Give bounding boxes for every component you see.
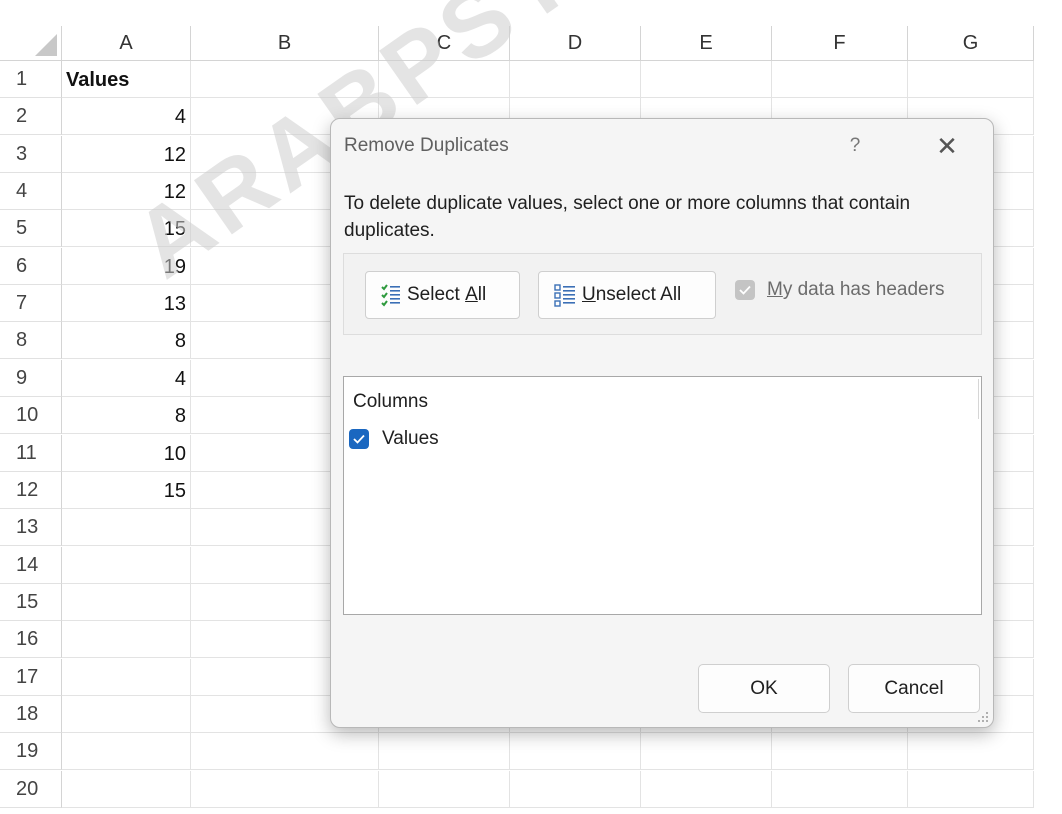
row-header[interactable]: 13 [0, 509, 62, 546]
row-header[interactable]: 2 [0, 98, 62, 135]
select-all-label-after: ll [477, 284, 487, 305]
select-all-button[interactable]: Select All [365, 271, 520, 319]
close-icon[interactable]: ✕ [927, 131, 967, 161]
columns-list-header: Columns [353, 391, 428, 412]
row-header[interactable]: 14 [0, 547, 62, 584]
row-header[interactable]: 3 [0, 136, 62, 173]
unselect-all-mnemonic: U [582, 284, 596, 305]
value-cell[interactable]: 4 [62, 98, 191, 135]
row-header[interactable]: 8 [0, 322, 62, 359]
row-header[interactable]: 15 [0, 584, 62, 621]
empty-cell[interactable] [62, 547, 191, 584]
select-all-icon [381, 284, 400, 307]
columns-list[interactable]: Columns Values [343, 376, 982, 615]
empty-cell[interactable] [379, 771, 510, 808]
value-cell[interactable]: 12 [62, 173, 191, 210]
empty-cell[interactable] [62, 733, 191, 770]
headers-mnemonic: M [767, 279, 783, 300]
resize-grip-icon[interactable] [977, 711, 989, 723]
empty-cell[interactable] [62, 771, 191, 808]
value-cell[interactable]: 8 [62, 322, 191, 359]
value-cell[interactable]: 19 [62, 248, 191, 285]
value-cell[interactable]: 4 [62, 360, 191, 397]
value-cell[interactable]: 12 [62, 136, 191, 173]
ok-button[interactable]: OK [698, 664, 830, 713]
empty-cell[interactable] [772, 771, 908, 808]
column-header-a[interactable]: A [62, 26, 191, 61]
empty-cell[interactable] [772, 61, 908, 98]
column-checkbox-values[interactable]: Values [349, 428, 439, 450]
row-header[interactable]: 6 [0, 248, 62, 285]
empty-cell[interactable] [510, 733, 641, 770]
empty-cell[interactable] [62, 659, 191, 696]
column-header-e[interactable]: E [641, 26, 772, 61]
row-header[interactable]: 16 [0, 621, 62, 658]
check-icon [349, 429, 369, 449]
empty-cell[interactable] [62, 509, 191, 546]
dialog-title: Remove Duplicates [344, 135, 509, 156]
empty-cell[interactable] [510, 771, 641, 808]
empty-cell[interactable] [772, 733, 908, 770]
empty-cell[interactable] [641, 771, 772, 808]
empty-cell[interactable] [379, 61, 510, 98]
empty-cell[interactable] [191, 61, 379, 98]
row-header[interactable]: 19 [0, 733, 62, 770]
value-cell[interactable]: 10 [62, 435, 191, 472]
empty-cell[interactable] [62, 621, 191, 658]
empty-cell[interactable] [641, 61, 772, 98]
row-header[interactable]: 20 [0, 771, 62, 808]
row-header[interactable]: 4 [0, 173, 62, 210]
unselect-all-button[interactable]: Unselect All [538, 271, 716, 319]
column-header-b[interactable]: B [191, 26, 379, 61]
empty-cell[interactable] [510, 61, 641, 98]
row-header[interactable]: 1 [0, 61, 62, 98]
row-header[interactable]: 17 [0, 659, 62, 696]
column-header-g[interactable]: G [908, 26, 1034, 61]
row-header[interactable]: 10 [0, 397, 62, 434]
value-cell[interactable]: 15 [62, 210, 191, 247]
headers-label: y data has headers [782, 279, 945, 300]
row-header[interactable]: 7 [0, 285, 62, 322]
help-icon[interactable]: ? [835, 131, 875, 161]
value-cell[interactable]: 13 [62, 285, 191, 322]
row-header[interactable]: 12 [0, 472, 62, 509]
remove-duplicates-dialog: Remove Duplicates ? ✕ To delete duplicat… [330, 118, 994, 728]
selection-buttons-panel: Select All Unselect All My data has head… [343, 253, 982, 335]
my-data-has-headers-checkbox[interactable]: My data has headers [735, 279, 944, 301]
empty-cell[interactable] [191, 771, 379, 808]
empty-cell[interactable] [62, 696, 191, 733]
empty-cell[interactable] [908, 733, 1034, 770]
check-icon [735, 280, 755, 300]
row-header[interactable]: 9 [0, 360, 62, 397]
column-header-f[interactable]: F [772, 26, 908, 61]
empty-cell[interactable] [379, 733, 510, 770]
row-header[interactable]: 18 [0, 696, 62, 733]
unselect-all-label: nselect All [595, 284, 682, 305]
header-cell[interactable]: Values [62, 61, 191, 98]
unselect-all-icon [554, 284, 575, 307]
select-all-label-before: Select [407, 284, 466, 305]
row-header[interactable]: 5 [0, 210, 62, 247]
value-cell[interactable]: 8 [62, 397, 191, 434]
row-header[interactable]: 11 [0, 435, 62, 472]
select-all-cells-corner[interactable] [0, 26, 62, 61]
column-header-d[interactable]: D [510, 26, 641, 61]
empty-cell[interactable] [641, 733, 772, 770]
cancel-button[interactable]: Cancel [848, 664, 980, 713]
select-all-mnemonic: A [465, 284, 478, 305]
empty-cell[interactable] [908, 771, 1034, 808]
dialog-description: To delete duplicate values, select one o… [344, 193, 911, 241]
value-cell[interactable]: 15 [62, 472, 191, 509]
column-checkbox-label: Values [382, 428, 439, 449]
empty-cell[interactable] [908, 61, 1034, 98]
empty-cell[interactable] [62, 584, 191, 621]
empty-cell[interactable] [191, 733, 379, 770]
column-header-c[interactable]: C [379, 26, 510, 61]
